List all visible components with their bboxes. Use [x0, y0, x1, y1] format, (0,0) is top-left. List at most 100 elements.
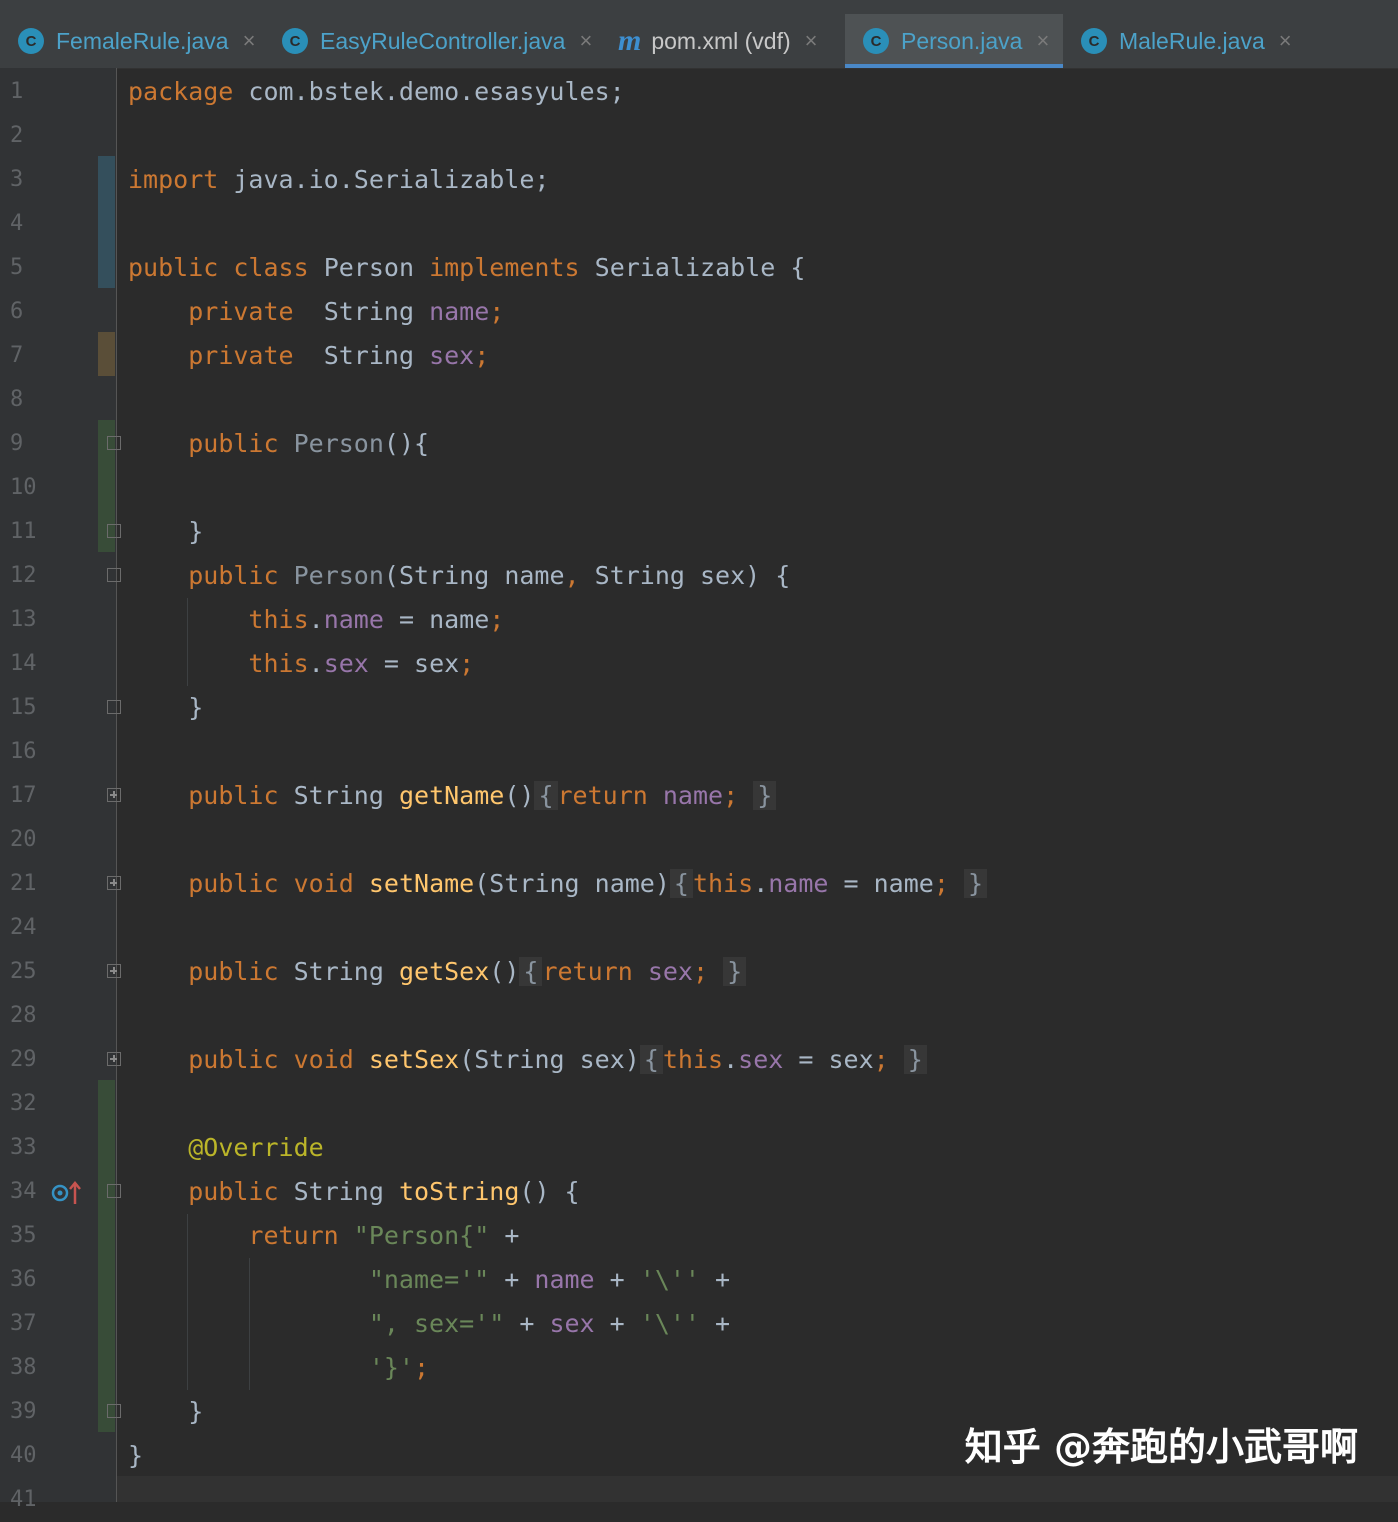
folded-brace: { [669, 869, 693, 898]
code-line: public String getSex(){return sex; } [128, 950, 747, 994]
type-name: String [293, 957, 384, 986]
keyword: private [188, 341, 294, 370]
brace: } [188, 693, 204, 722]
code-line: import java.io.Serializable; [128, 158, 549, 202]
line-number: 14 [10, 651, 37, 676]
fold-toggle[interactable] [107, 1184, 121, 1198]
tab-pom-xml[interactable]: m pom.xml (vdf) × [618, 14, 818, 68]
code-line: ", sex='" + sex + '\'' + [368, 1309, 731, 1338]
field-name: sex [429, 341, 475, 370]
tab-label: pom.xml (vdf) [651, 27, 791, 54]
expand-fold-toggle[interactable] [107, 876, 121, 890]
line-number: 21 [10, 871, 37, 896]
field-name: name [662, 781, 724, 810]
brace: } [128, 1441, 144, 1470]
tab-person[interactable]: C Person.java × [845, 14, 1063, 68]
operator: + [700, 1265, 731, 1294]
line-number: 20 [10, 827, 37, 852]
expand-fold-toggle[interactable] [107, 964, 121, 978]
line-number: 9 [10, 431, 24, 456]
line-number: 24 [10, 915, 37, 940]
parens: (){ [383, 429, 430, 458]
semicolon: ; [933, 869, 949, 898]
field-name: name [534, 1265, 595, 1294]
type-name: String [293, 781, 384, 810]
line-number: 11 [10, 519, 37, 544]
code-line: } [128, 510, 203, 554]
code-line: public void setSex(String sex){this.sex … [128, 1038, 927, 1082]
semicolon: ; [489, 297, 505, 326]
maven-icon: m [618, 24, 642, 57]
dot: . [308, 649, 324, 678]
folded-brace: } [753, 781, 777, 810]
line-number: 7 [10, 343, 24, 368]
line-number: 38 [10, 1355, 37, 1380]
method-name: setName [368, 869, 475, 898]
operator: + [489, 1221, 520, 1250]
line-number: 1 [10, 79, 24, 104]
line-number: 16 [10, 739, 37, 764]
editor-tab-bar: C FemaleRule.java × C EasyRuleController… [0, 14, 1398, 69]
close-icon[interactable]: × [1279, 28, 1292, 54]
code-line: this.sex = sex; [128, 642, 474, 686]
code-line: } [128, 1390, 203, 1434]
tab-femalerule[interactable]: C FemaleRule.java × [18, 14, 255, 68]
annotation: @Override [188, 1133, 324, 1162]
class-icon: C [863, 28, 889, 54]
code-line: public String toString() { [128, 1170, 579, 1214]
params: (String name [383, 561, 565, 590]
string-literal: '}' [368, 1353, 414, 1382]
code-line: private String sex; [128, 334, 489, 378]
code-line: } [128, 1434, 143, 1478]
fold-toggle[interactable] [107, 524, 121, 538]
close-icon[interactable]: × [243, 28, 256, 54]
tab-label: FemaleRule.java [56, 27, 229, 54]
line-number: 12 [10, 563, 37, 588]
code-line: public class Person implements Serializa… [128, 246, 805, 290]
close-icon[interactable]: × [805, 28, 818, 54]
semicolon: ; [413, 1353, 430, 1382]
fold-toggle[interactable] [107, 436, 121, 450]
class-icon: C [1081, 28, 1107, 54]
fold-toggle[interactable] [107, 1404, 121, 1418]
vcs-modified-marker [98, 332, 115, 376]
line-number: 8 [10, 387, 24, 412]
line-number: 13 [10, 607, 37, 632]
expand-fold-toggle[interactable] [107, 788, 121, 802]
operator: + [699, 1309, 731, 1338]
code-line: } [128, 686, 203, 730]
line-number: 32 [10, 1091, 37, 1116]
semicolon: ; [723, 781, 739, 810]
line-number: 36 [10, 1267, 37, 1292]
field-name: sex [549, 1309, 595, 1338]
close-icon[interactable]: × [1036, 28, 1049, 54]
semicolon: ; [692, 957, 709, 986]
folded-brace: } [723, 957, 747, 986]
fold-toggle[interactable] [107, 700, 121, 714]
string-literal: '\'' [639, 1309, 700, 1338]
close-icon[interactable]: × [579, 28, 592, 54]
line-number: 33 [10, 1135, 37, 1160]
top-strip [0, 0, 1398, 15]
field-name: sex [323, 649, 369, 678]
gutter-divider [116, 68, 117, 1502]
assignment: = name [383, 605, 490, 634]
keyword: return [542, 957, 633, 986]
expand-fold-toggle[interactable] [107, 1052, 121, 1066]
line-number: 10 [10, 475, 37, 500]
field-name: sex [647, 957, 693, 986]
tab-easyrulecontroller[interactable]: C EasyRuleController.java × [282, 14, 592, 68]
keyword: import [128, 165, 219, 194]
parens: () [504, 781, 535, 810]
keyword: public [188, 561, 279, 590]
override-method-icon[interactable] [51, 1180, 81, 1212]
fold-toggle[interactable] [107, 568, 121, 582]
keyword: public [188, 957, 279, 986]
interface-name: Serializable { [594, 253, 806, 282]
type-name: String [323, 341, 414, 370]
keyword: return [557, 781, 648, 810]
keyword: void [293, 1045, 354, 1074]
dot: . [308, 605, 324, 634]
tab-malerule[interactable]: C MaleRule.java × [1081, 14, 1292, 68]
line-number: 28 [10, 1003, 37, 1028]
